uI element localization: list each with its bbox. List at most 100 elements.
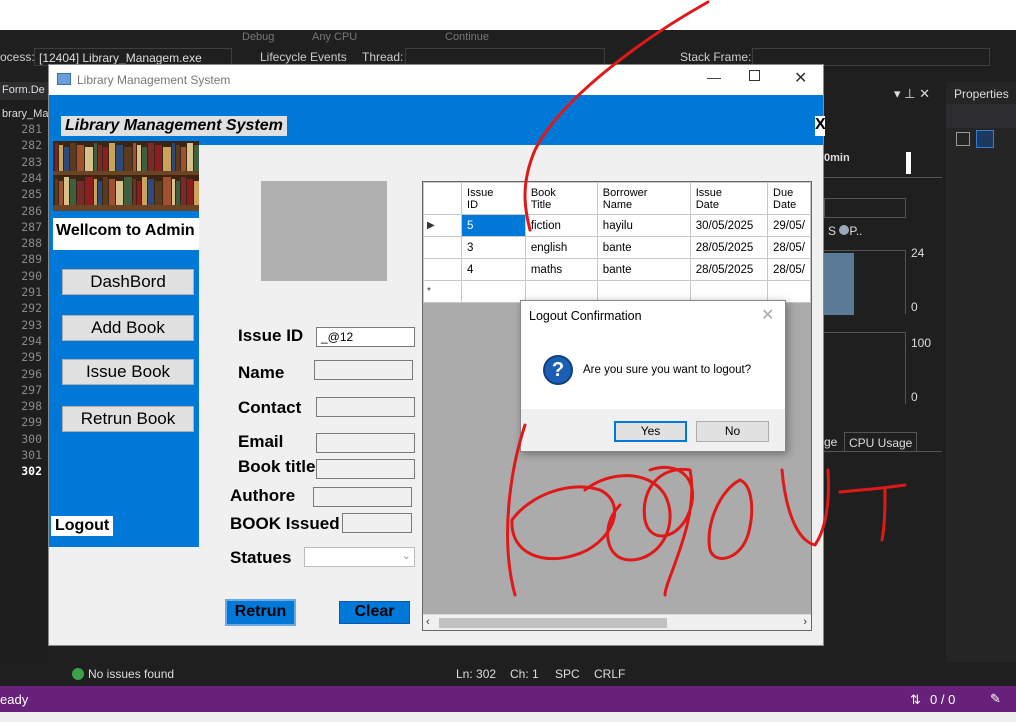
add-book-button[interactable]: Add Book	[62, 315, 194, 341]
column-header-borrower-name[interactable]: Borrower Name	[596, 182, 691, 215]
code-editor-gutter: Form.De brary_Ma 281 282 283 284 285 286 287 28…	[0, 82, 48, 662]
issues-status[interactable]: No issues found	[88, 667, 174, 681]
header-close-button[interactable]: X	[815, 116, 825, 136]
book-spine	[103, 177, 108, 205]
contact-input[interactable]	[316, 397, 415, 417]
table-cell[interactable]: english	[524, 236, 598, 259]
column-header-issue-id[interactable]: Issue ID	[461, 182, 526, 215]
column-header-due-date[interactable]: Due Date	[767, 182, 811, 215]
return-button[interactable]: Retrun	[225, 599, 296, 626]
line-number-gutter: 297	[21, 382, 42, 397]
row-header[interactable]	[422, 236, 463, 259]
table-cell[interactable]: 30/05/2025	[689, 214, 769, 237]
clear-button[interactable]: Clear	[339, 601, 410, 624]
email-input[interactable]	[316, 433, 415, 453]
name-input[interactable]	[314, 360, 413, 380]
line-number-gutter: 291	[21, 285, 42, 299]
issue-id-label: Issue ID	[238, 326, 304, 345]
close-icon[interactable]: ✕	[794, 68, 807, 88]
table-row[interactable]: ▶ 5 fiction hayilu 30/05/2025 29/05/	[422, 214, 811, 237]
book-spine	[148, 179, 154, 205]
table-cell[interactable]: 28/05/	[767, 236, 811, 259]
minimize-icon[interactable]: —	[707, 69, 721, 85]
filter-box	[824, 198, 906, 218]
column-number[interactable]: Ch: 1	[510, 667, 539, 681]
line-number[interactable]: Ln: 302	[456, 667, 496, 681]
header-title: Library Management System	[61, 116, 287, 136]
editor-status-bar: No issues found Ln: 302 Ch: 1 SPC CRLF	[0, 662, 1016, 686]
column-header-issue-date[interactable]: Issue Date	[689, 182, 769, 215]
table-cell[interactable]: fiction	[524, 214, 598, 237]
question-icon: ?	[543, 355, 573, 385]
platform-dropdown[interactable]: Any CPU	[312, 31, 357, 43]
book-issued-input[interactable]	[342, 513, 412, 533]
table-row[interactable]: 3 english bante 28/05/2025 28/05/	[422, 236, 811, 259]
no-button[interactable]: No	[696, 421, 769, 442]
table-cell[interactable]: 29/05/	[767, 214, 811, 237]
status-dropdown[interactable]: ⌄	[304, 547, 415, 567]
table-cell[interactable]: bante	[596, 236, 691, 259]
top-strip	[0, 0, 1016, 30]
scrollbar-thumb[interactable]	[439, 618, 667, 628]
pencil-icon[interactable]: ✎	[990, 691, 1001, 707]
panel-menu-icons[interactable]: ▾ ⊥ ✕	[894, 86, 930, 102]
sort-az-icon[interactable]	[976, 130, 994, 148]
book-spine	[109, 179, 115, 205]
lifecycle-events-button[interactable]: Lifecycle Events	[260, 50, 347, 64]
tab-form-designer[interactable]: Form.De	[0, 82, 48, 100]
config-dropdown[interactable]: Debug	[242, 31, 274, 43]
maximize-icon[interactable]	[749, 70, 760, 81]
continue-button[interactable]: Continue	[445, 31, 489, 43]
legend-dot-icon	[839, 225, 850, 235]
issue-id-input[interactable]: _@12	[316, 327, 415, 347]
dialog-close-icon[interactable]: ✕	[761, 305, 774, 325]
scroll-right-icon[interactable]: ›	[803, 616, 807, 628]
table-cell[interactable]: 28/05/2025	[689, 236, 769, 259]
name-label: Name	[238, 363, 285, 382]
book-spine	[133, 179, 136, 205]
ide-status-bar: eady ⇅ 0 / 0 ✎	[0, 686, 1016, 712]
return-book-button[interactable]: Retrun Book	[62, 406, 194, 432]
table-cell[interactable]: bante	[596, 258, 691, 281]
logout-button[interactable]: Logout	[51, 516, 114, 536]
table-cell[interactable]: 28/05/	[767, 258, 811, 281]
row-header[interactable]	[422, 258, 463, 281]
grid-horizontal-scrollbar[interactable]: ‹ ›	[423, 614, 811, 630]
line-number-gutter: 286	[21, 203, 42, 218]
book-spine	[194, 181, 199, 205]
book-spine	[64, 147, 69, 171]
table-cell[interactable]: 4	[461, 258, 526, 281]
memory-chart	[824, 250, 906, 315]
table-row[interactable]: 4 maths bante 28/05/2025 28/05/	[422, 258, 811, 281]
book-spine	[109, 143, 115, 171]
line-ending[interactable]: CRLF	[594, 667, 625, 681]
chevron-down-icon: ⌄	[401, 550, 411, 562]
book-spine	[155, 181, 162, 205]
row-header-corner	[422, 182, 463, 215]
table-cell[interactable]: 28/05/2025	[689, 258, 769, 281]
row-header[interactable]: ▶	[422, 214, 463, 237]
scroll-left-icon[interactable]: ‹	[426, 616, 430, 628]
indent-mode[interactable]: SPC	[555, 667, 580, 681]
table-cell[interactable]: 5	[461, 214, 526, 237]
table-cell[interactable]: 3	[461, 236, 526, 259]
book-title-input[interactable]	[316, 459, 415, 479]
dashboard-button[interactable]: DashBord	[62, 269, 194, 295]
sidebar: Wellcom to Admin DashBord Add Book Issue…	[49, 141, 199, 547]
tools-tabs: ge CPU Usage	[824, 432, 942, 452]
issue-book-button[interactable]: Issue Book	[62, 359, 194, 385]
table-cell[interactable]: maths	[524, 258, 598, 281]
git-changes[interactable]: 0 / 0	[930, 692, 955, 707]
categorized-icon[interactable]	[956, 132, 970, 146]
tab-memory-usage[interactable]: ge	[824, 435, 837, 449]
yes-button[interactable]: Yes	[614, 421, 687, 442]
book-spine	[176, 145, 180, 171]
table-cell[interactable]	[461, 280, 526, 303]
book-title-label: Book title	[238, 457, 316, 476]
table-cell[interactable]: hayilu	[596, 214, 691, 237]
column-header-book-title[interactable]: Book Title	[524, 182, 598, 215]
tab-cpu-usage[interactable]: CPU Usage	[844, 432, 918, 452]
row-header[interactable]: *	[422, 280, 463, 303]
dialog-title: Logout Confirmation	[529, 309, 642, 323]
author-input[interactable]	[313, 487, 412, 507]
